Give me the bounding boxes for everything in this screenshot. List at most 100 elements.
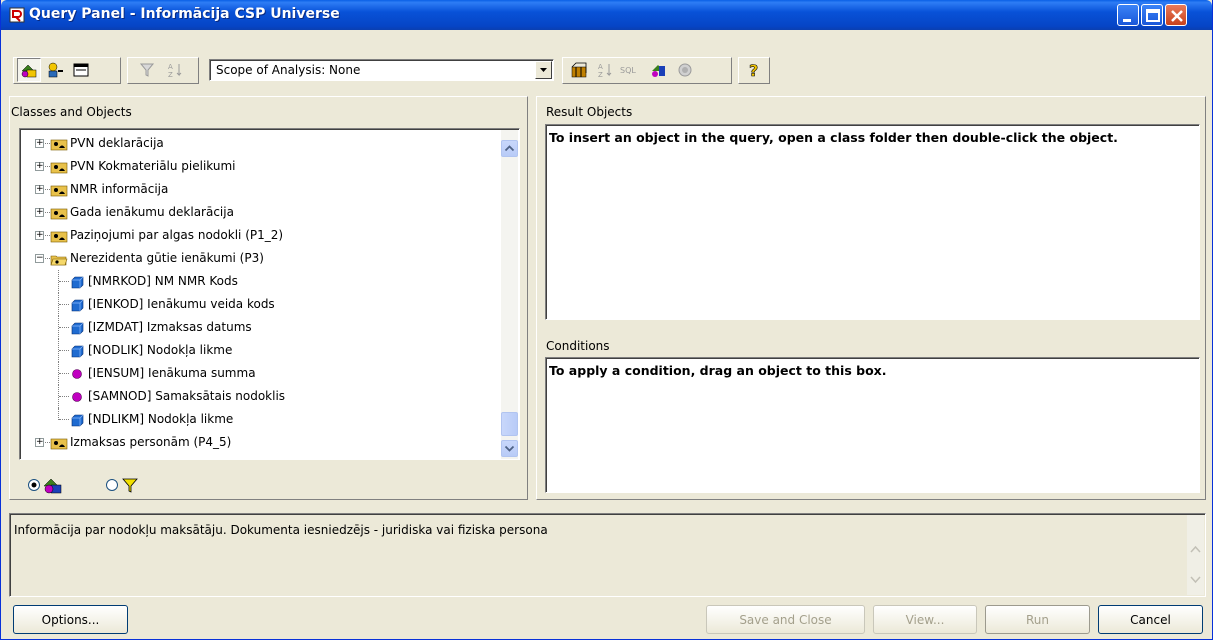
disabled-tool-button[interactable] bbox=[673, 58, 697, 82]
result-objects-box[interactable]: To insert an object in the query, open a… bbox=[545, 124, 1200, 320]
tree-row[interactable]: + Gada ienākumu deklarācija bbox=[20, 201, 490, 224]
tree-connector bbox=[59, 419, 69, 420]
view-button[interactable]: View... bbox=[873, 605, 977, 634]
conditions-hint: To apply a condition, drag an object to … bbox=[549, 363, 887, 378]
palette-button[interactable] bbox=[647, 58, 671, 82]
expand-icon[interactable]: + bbox=[35, 162, 44, 171]
tree-item-label: [IENKOD] Ienākumu veida kods bbox=[88, 297, 275, 311]
filters-view-icon bbox=[121, 476, 139, 497]
expand-icon[interactable]: + bbox=[35, 438, 44, 447]
tree-item-label: Izmaksas personām (P4_5) bbox=[70, 435, 232, 449]
sql-button[interactable]: SQL bbox=[619, 58, 643, 82]
objects-view-icon bbox=[43, 475, 63, 498]
tree-connector bbox=[59, 350, 69, 351]
tree-connector bbox=[45, 143, 50, 144]
tree-row[interactable]: + PVN deklarācija bbox=[20, 132, 490, 155]
maximize-icon bbox=[1146, 9, 1160, 22]
description-text: Informācija par nodokļu maksātāju. Dokum… bbox=[14, 523, 548, 537]
expand-icon[interactable]: + bbox=[35, 231, 44, 240]
tree-connector bbox=[45, 212, 50, 213]
expand-icon[interactable]: + bbox=[35, 139, 44, 148]
options-button[interactable]: Options... bbox=[13, 605, 128, 634]
tree-scrollbar[interactable] bbox=[501, 130, 518, 459]
tree-connector bbox=[59, 327, 69, 328]
measure-icon bbox=[72, 392, 82, 402]
tree-row[interactable]: + PVN Kokmateriālu pielikumi bbox=[20, 155, 490, 178]
universe-button[interactable] bbox=[567, 58, 591, 82]
operators-button[interactable] bbox=[43, 58, 67, 82]
title-bar[interactable]: Query Panel - Informācija CSP Universe bbox=[1, 0, 1212, 30]
classes-objects-button[interactable] bbox=[17, 58, 41, 82]
scroll-down-button[interactable] bbox=[501, 440, 518, 457]
save-and-close-button[interactable]: Save and Close bbox=[706, 605, 865, 634]
tree-item-label: [SAMNOD] Samaksātais nodoklis bbox=[88, 389, 286, 403]
tree-row[interactable]: [SAMNOD] Samaksātais nodoklis bbox=[20, 385, 490, 408]
scope-of-analysis-select[interactable]: Scope of Analysis: None bbox=[209, 59, 554, 81]
tree-row[interactable]: + Izmaksas personām (P4_5) bbox=[20, 431, 490, 454]
sort-icon: A Z bbox=[168, 63, 182, 79]
window-title: Query Panel - Informācija CSP Universe bbox=[29, 6, 340, 22]
tree-item-label: PVN deklarācija bbox=[70, 136, 164, 150]
tree-item-label: [IZMDAT] Izmaksas datums bbox=[88, 320, 252, 334]
tree-row[interactable]: [IENSUM] Ienākuma summa bbox=[20, 362, 490, 385]
minimize-button[interactable] bbox=[1117, 4, 1139, 26]
tree-item-label: [NODLIK] Nodokļa likme bbox=[88, 343, 233, 357]
palette-icon bbox=[652, 65, 665, 77]
chevron-up-icon bbox=[504, 145, 515, 152]
tree-connector bbox=[45, 258, 50, 259]
measure-icon bbox=[72, 369, 82, 379]
scope-dropdown-button[interactable] bbox=[535, 61, 552, 79]
scope-of-analysis-value: Scope of Analysis: None bbox=[216, 63, 361, 77]
scroll-thumb[interactable] bbox=[501, 412, 518, 436]
dimension-icon bbox=[71, 276, 84, 289]
maximize-button[interactable] bbox=[1141, 4, 1163, 26]
sort-order-icon: A Z bbox=[598, 63, 612, 79]
close-window-button[interactable] bbox=[1165, 4, 1187, 26]
tree-row[interactable]: [IENKOD] Ienākumu veida kods bbox=[20, 293, 490, 316]
folder-icon bbox=[50, 139, 68, 151]
chevron-down-icon bbox=[540, 68, 547, 72]
conditions-box[interactable]: To apply a condition, drag an object to … bbox=[545, 357, 1200, 493]
scroll-down-icon bbox=[1190, 576, 1201, 584]
filter-button[interactable] bbox=[135, 58, 159, 82]
filters-radio[interactable] bbox=[105, 478, 119, 492]
cancel-button[interactable]: Cancel bbox=[1098, 605, 1203, 634]
svg-text:Z: Z bbox=[598, 71, 603, 79]
classes-objects-label: Classes and Objects bbox=[11, 105, 132, 119]
objects-radio[interactable] bbox=[27, 478, 41, 492]
classes-objects-tree[interactable]: + PVN deklarācija + PVN Kokmateriālu pielik… bbox=[19, 128, 520, 460]
predefined-conditions-button[interactable] bbox=[69, 58, 93, 82]
tree-row[interactable]: + Paziņojumi par algas nodokli (P1_2) bbox=[20, 224, 490, 247]
help-button[interactable]: ? bbox=[742, 58, 766, 82]
dimension-icon bbox=[71, 322, 84, 335]
scroll-up-button[interactable] bbox=[501, 140, 518, 157]
sort-order-button[interactable]: A Z bbox=[593, 58, 617, 82]
tree-row[interactable]: − Nerezidenta gūtie ienākumi (P3) bbox=[20, 247, 490, 270]
tree-row[interactable]: [NODLIK] Nodokļa likme bbox=[20, 339, 490, 362]
tree-connector bbox=[59, 373, 69, 374]
description-scrollbar[interactable] bbox=[1187, 515, 1204, 595]
universe-icon bbox=[571, 62, 587, 78]
sort-button[interactable]: A Z bbox=[163, 58, 187, 82]
expand-icon[interactable]: + bbox=[35, 208, 44, 217]
folder-icon bbox=[50, 162, 68, 174]
result-objects-hint: To insert an object in the query, open a… bbox=[549, 130, 1118, 145]
run-button[interactable]: Run bbox=[985, 605, 1090, 634]
collapse-icon[interactable]: − bbox=[35, 254, 44, 263]
run-button-label: Run bbox=[1025, 612, 1049, 627]
expand-icon[interactable]: + bbox=[35, 185, 44, 194]
scroll-up-icon bbox=[1190, 545, 1201, 553]
filter-icon bbox=[139, 63, 155, 77]
folder-open-icon bbox=[50, 255, 68, 266]
tree-row[interactable]: [IZMDAT] Izmaksas datums bbox=[20, 316, 490, 339]
filter-icon bbox=[122, 478, 138, 493]
svg-text:Z: Z bbox=[168, 71, 173, 79]
chevron-down-icon bbox=[504, 445, 515, 452]
options-button-label: Options... bbox=[41, 612, 100, 627]
tree-row[interactable]: [NMRKOD] NM NMR Kods bbox=[20, 270, 490, 293]
svg-text:?: ? bbox=[749, 61, 758, 79]
tree-item-label: Nerezidenta gūtie ienākumi (P3) bbox=[70, 251, 264, 265]
tree-row[interactable]: + NMR informācija bbox=[20, 178, 490, 201]
tree-row[interactable]: [NDLIKM] Nodokļa likme bbox=[20, 408, 490, 431]
tree-item-label: Paziņojumi par algas nodokli (P1_2) bbox=[70, 228, 284, 242]
